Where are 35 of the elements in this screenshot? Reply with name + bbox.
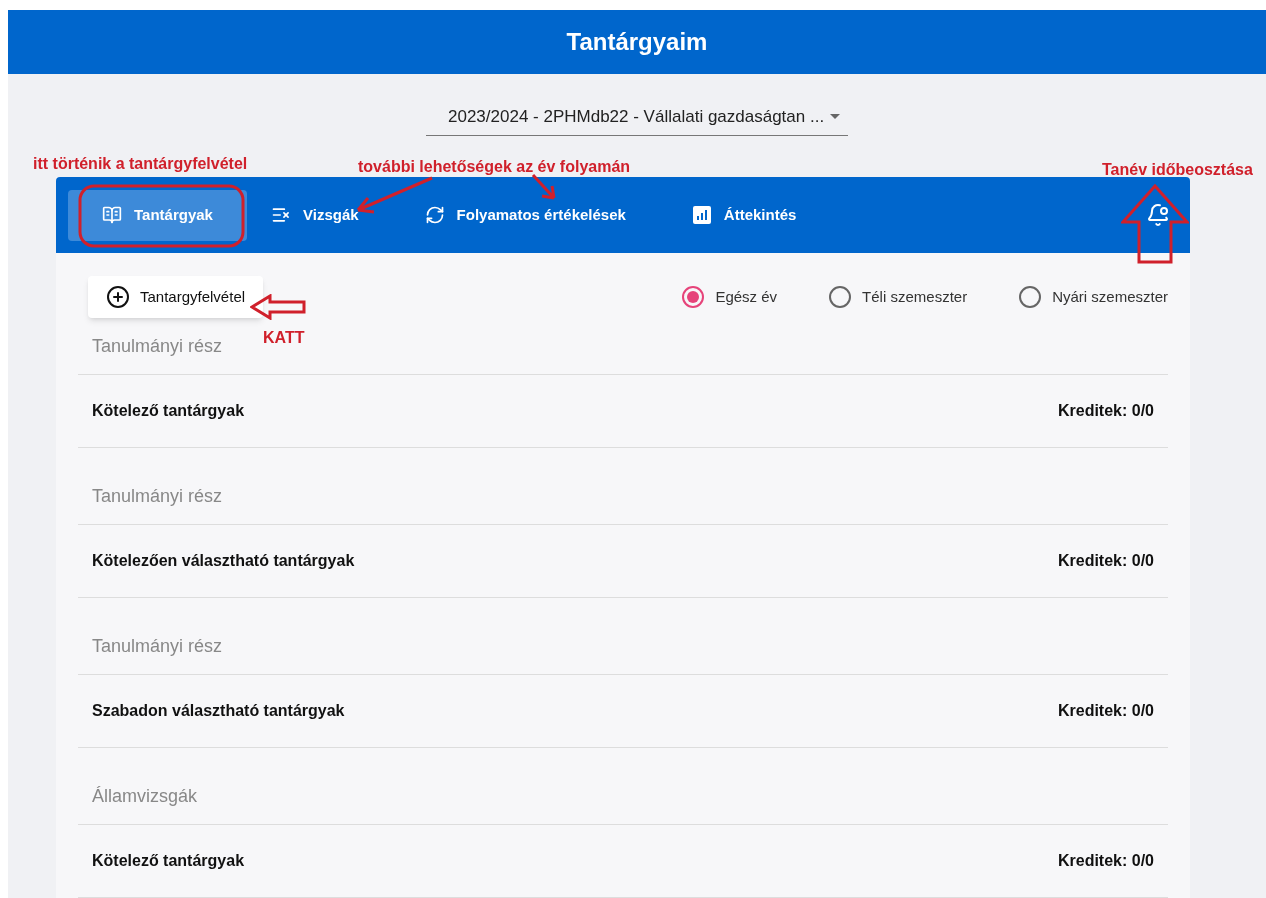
book-icon (102, 205, 123, 225)
term-dropdown[interactable]: 2023/2024 - 2PHMdb22 - Vállalati gazdaságtan ... (426, 103, 848, 136)
page-title: Tantárgyaim (566, 26, 708, 57)
hollow-arrow-drawing (250, 294, 306, 320)
annotation-text: Tanév időbeosztása (1102, 160, 1253, 180)
credits-label: Kreditek: 0/0 (1057, 551, 1154, 571)
credits-label: Kreditek: 0/0 (1057, 701, 1154, 721)
category-title: Kötelező tantárgyak (92, 401, 245, 421)
category-title: Kötelezően választható tantárgyak (92, 551, 355, 571)
section-heading: Tanulmányi rész (91, 335, 223, 358)
tab[interactable]: Tantárgyak (68, 189, 247, 241)
category-title: Kötelező tantárgyak (92, 851, 245, 871)
tab[interactable]: Folyamatos értékelések (406, 189, 644, 241)
section-heading: Tanulmányi rész (91, 635, 223, 658)
period-radio[interactable]: Egész év (682, 285, 778, 309)
refresh-icon (424, 205, 445, 225)
annotation-text: további lehetőségek az év folyamán (358, 157, 631, 177)
credits-label: Kreditek: 0/0 (1057, 401, 1154, 421)
list-x-icon (271, 205, 291, 225)
annotation-text: KATT (263, 328, 305, 348)
section-heading: Államvizsgák (91, 785, 198, 808)
bell-icon[interactable] (1146, 203, 1170, 227)
credits-label: Kreditek: 0/0 (1057, 851, 1154, 871)
annotation-text: itt történik a tantárgyfelvétel (33, 154, 248, 174)
bar-chart-icon (691, 205, 712, 225)
arrow-drawing (530, 172, 558, 202)
section-heading: Tanulmányi rész (91, 485, 223, 508)
category-title: Szabadon választható tantárgyak (92, 701, 345, 721)
add-subject-button[interactable]: Tantargyfelvétel (88, 276, 264, 318)
tab[interactable]: Áttekintés (673, 189, 815, 241)
plus-circle-icon (106, 285, 130, 309)
caret-icon (830, 113, 840, 119)
period-radio[interactable]: Nyári szemeszter (1019, 285, 1168, 309)
period-radio[interactable]: Téli szemeszter (829, 285, 968, 309)
tab[interactable]: Vizsgák (253, 189, 377, 241)
